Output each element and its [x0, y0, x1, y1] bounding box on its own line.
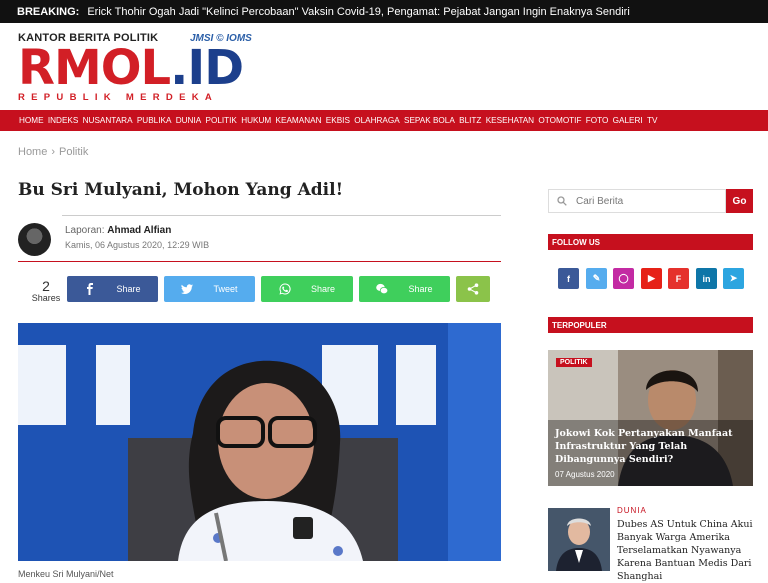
share-count-label: Shares — [31, 293, 61, 303]
nav-item-keamanan[interactable]: KEAMANAN — [276, 116, 322, 125]
search-icon — [557, 196, 567, 206]
reporter-avatar — [18, 223, 51, 256]
whatsapp-share-button[interactable]: Share — [261, 276, 353, 302]
reporter-label: Laporan: — [65, 225, 105, 236]
header-divider — [18, 261, 501, 262]
breadcrumb: Home › Politik — [18, 146, 88, 158]
nav-item-blitz[interactable]: BLITZ — [459, 116, 481, 125]
featured-popular-article[interactable]: POLITIK Jokowi Kok Pertanyakan Manfaat I… — [548, 350, 753, 486]
twitter-icon — [181, 284, 194, 295]
popular-item-category[interactable]: DUNIA — [617, 506, 647, 515]
twitter-follow-icon[interactable]: ✎ — [586, 268, 607, 289]
wechat-share-button[interactable]: Share — [359, 276, 450, 302]
logo-subtitle: REPUBLIK MERDEKA — [18, 92, 219, 103]
search-placeholder: Cari Berita — [576, 195, 624, 207]
twitter-share-button[interactable]: Tweet — [164, 276, 255, 302]
nav-item-galeri[interactable]: GALERI — [613, 116, 643, 125]
logo-wordmark-id: .ID — [170, 40, 244, 96]
site-logo[interactable]: KANTOR BERITA POLITIK JMSI © IOMS RMOL.I… — [18, 32, 268, 104]
title-divider — [62, 215, 501, 216]
nav-item-ekbis[interactable]: EKBIS — [326, 116, 350, 125]
breadcrumb-politik[interactable]: Politik — [59, 146, 88, 158]
article-title: Bu Sri Mulyani, Mohon Yang Adil! — [18, 180, 344, 200]
breaking-headline-link[interactable]: Erick Thohir Ogah Jadi "Kelinci Percobaa… — [87, 6, 629, 18]
nav-item-tv[interactable]: TV — [647, 116, 657, 125]
more-share-button[interactable] — [456, 276, 490, 302]
nav-item-dunia[interactable]: DUNIA — [176, 116, 201, 125]
article-photo — [18, 323, 501, 561]
photo-caption: Menkeu Sri Mulyani/Net — [18, 569, 114, 579]
reporter-line: Laporan: Ahmad Alfian — [65, 225, 171, 236]
nav-item-home[interactable]: HOME — [19, 116, 44, 125]
popular-item-photo — [548, 508, 610, 571]
telegram-follow-icon[interactable]: ➤ — [723, 268, 744, 289]
reporter-name[interactable]: Ahmad Alfian — [107, 225, 171, 236]
linkedin-follow-icon[interactable]: in — [696, 268, 717, 289]
nav-item-politik[interactable]: POLITIK — [206, 116, 237, 125]
facebook-follow-icon[interactable]: f — [558, 268, 579, 289]
facebook-icon — [87, 283, 94, 295]
search-input[interactable]: Cari Berita — [548, 189, 726, 213]
wechat-share-label: Share — [408, 284, 433, 294]
breaking-news-bar: BREAKING: Erick Thohir Ogah Jadi "Kelinc… — [0, 0, 768, 23]
featured-category-badge[interactable]: POLITIK — [556, 358, 592, 367]
breadcrumb-home[interactable]: Home — [18, 146, 47, 158]
logo-wordmark-rmol: RMOL — [18, 40, 171, 96]
nav-item-kesehatan[interactable]: KESEHATAN — [486, 116, 534, 125]
nav-item-nusantara[interactable]: NUSANTARA — [83, 116, 133, 125]
facebook-share-label: Share — [116, 284, 141, 294]
follow-us-header: FOLLOW US — [548, 234, 753, 250]
article-photo-illustration — [18, 323, 501, 561]
breaking-label: BREAKING: — [17, 5, 80, 18]
nav-item-indeks[interactable]: INDEKS — [48, 116, 78, 125]
share-icon — [467, 283, 479, 295]
twitter-share-label: Tweet — [213, 284, 238, 294]
breadcrumb-chevron-icon: › — [51, 146, 56, 158]
whatsapp-share-label: Share — [310, 284, 336, 294]
share-count: 2 Shares — [28, 279, 64, 303]
flipboard-follow-icon[interactable]: F — [668, 268, 689, 289]
nav-item-olahraga[interactable]: OLAHRAGA — [354, 116, 400, 125]
nav-item-sepak-bola[interactable]: SEPAK BOLA — [404, 116, 455, 125]
nav-item-otomotif[interactable]: OTOMOTIF — [538, 116, 581, 125]
share-count-number: 2 — [42, 278, 50, 294]
nav-item-publika[interactable]: PUBLIKA — [137, 116, 172, 125]
facebook-share-button[interactable]: Share — [67, 276, 158, 302]
popular-header: TERPOPULER — [548, 317, 753, 333]
logo-wordmark: RMOL.ID — [18, 40, 244, 96]
youtube-follow-icon[interactable]: ▶ — [641, 268, 662, 289]
main-nav: HOME INDEKS NUSANTARA PUBLIKA DUNIA POLI… — [0, 110, 768, 131]
whatsapp-icon — [279, 283, 291, 295]
wechat-icon — [376, 283, 389, 295]
instagram-follow-icon[interactable]: ◯ — [613, 268, 634, 289]
featured-title[interactable]: Jokowi Kok Pertanyakan Manfaat Infrastru… — [555, 427, 735, 466]
popular-item-thumbnail[interactable] — [548, 508, 610, 571]
popular-item-title[interactable]: Dubes AS Untuk China Akui Banyak Warga A… — [617, 518, 757, 583]
search-go-button[interactable]: Go — [726, 189, 753, 213]
article-date: Kamis, 06 Agustus 2020, 12:29 WIB — [65, 240, 210, 250]
nav-item-hukum[interactable]: HUKUM — [241, 116, 271, 125]
featured-date: 07 Agustus 2020 — [555, 470, 615, 479]
nav-item-foto[interactable]: FOTO — [586, 116, 609, 125]
